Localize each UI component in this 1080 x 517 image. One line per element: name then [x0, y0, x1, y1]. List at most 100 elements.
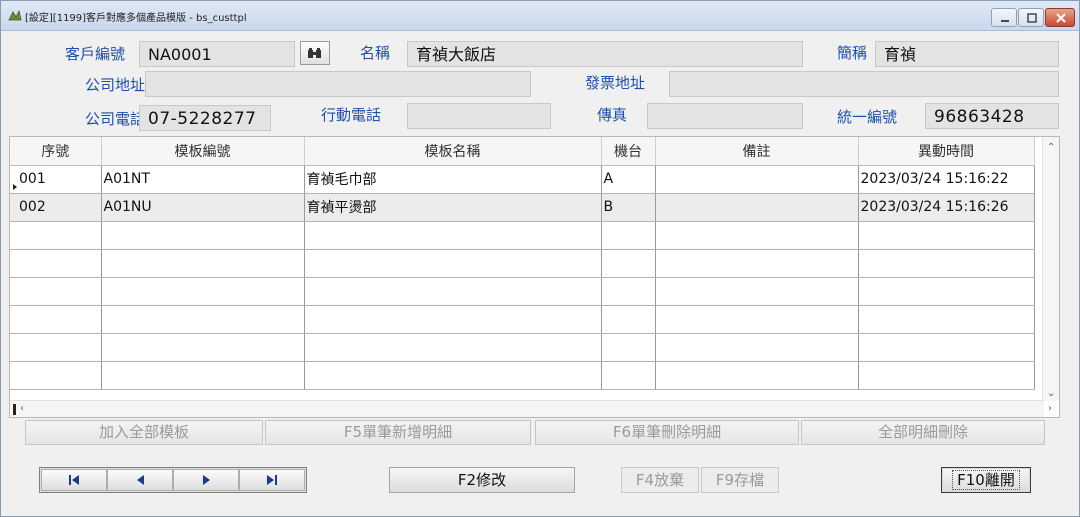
- table-cell[interactable]: [601, 333, 656, 362]
- table-cell[interactable]: [858, 221, 1035, 250]
- scroll-left-icon[interactable]: ‹: [20, 404, 24, 414]
- table-cell[interactable]: 002: [10, 193, 102, 222]
- tax-id-field[interactable]: 96863428: [925, 103, 1059, 129]
- column-header-remark[interactable]: 備註: [655, 137, 859, 166]
- table-cell[interactable]: [655, 361, 859, 390]
- table-cell[interactable]: 育禎毛巾部: [304, 165, 602, 194]
- table-cell[interactable]: A: [601, 165, 656, 194]
- first-record-button[interactable]: [41, 469, 107, 491]
- company-phone-field[interactable]: 07-5228277: [139, 105, 271, 131]
- previous-record-button[interactable]: [107, 469, 173, 491]
- table-cell[interactable]: [601, 361, 656, 390]
- company-phone-label: 公司電話: [85, 110, 146, 128]
- table-cell[interactable]: [858, 361, 1035, 390]
- table-row[interactable]: [10, 361, 1035, 390]
- table-cell[interactable]: 育禎平燙部: [304, 193, 602, 222]
- column-header-seq[interactable]: 序號: [10, 137, 102, 166]
- table-cell[interactable]: [655, 249, 859, 278]
- table-cell[interactable]: [655, 305, 859, 334]
- table-row[interactable]: 001 A01NT 育禎毛巾部 A 2023/03/24 15:16:22: [10, 165, 1035, 194]
- table-cell[interactable]: [101, 333, 305, 362]
- table-cell[interactable]: [601, 221, 656, 250]
- table-cell[interactable]: [101, 305, 305, 334]
- table-row[interactable]: [10, 305, 1035, 334]
- table-cell[interactable]: A01NU: [101, 193, 305, 222]
- table-cell[interactable]: [101, 221, 305, 250]
- table-cell[interactable]: [304, 221, 602, 250]
- table-cell[interactable]: [601, 249, 656, 278]
- table-cell[interactable]: [655, 333, 859, 362]
- search-button[interactable]: [300, 41, 330, 65]
- table-cell[interactable]: [304, 277, 602, 306]
- save-button[interactable]: F9存檔: [701, 467, 779, 493]
- table-cell[interactable]: [858, 305, 1035, 334]
- maximize-icon: [1027, 13, 1037, 23]
- delete-all-details-button[interactable]: 全部明細刪除: [801, 420, 1045, 445]
- table-cell[interactable]: 2023/03/24 15:16:26: [858, 193, 1035, 222]
- short-name-field[interactable]: 育禎: [875, 41, 1059, 67]
- previous-record-icon: [137, 475, 144, 485]
- table-cell[interactable]: [10, 305, 102, 334]
- table-cell[interactable]: [655, 277, 859, 306]
- horizontal-scrollbar[interactable]: ‹ ›: [10, 400, 1052, 417]
- next-record-button[interactable]: [173, 469, 239, 491]
- minimize-button[interactable]: [991, 8, 1017, 27]
- table-cell[interactable]: [10, 221, 102, 250]
- table-cell[interactable]: [858, 333, 1035, 362]
- table-cell[interactable]: [858, 277, 1035, 306]
- table-cell[interactable]: [655, 221, 859, 250]
- table-cell[interactable]: [304, 249, 602, 278]
- table-cell[interactable]: [10, 277, 102, 306]
- table-cell[interactable]: [601, 305, 656, 334]
- table-row[interactable]: 002 A01NU 育禎平燙部 B 2023/03/24 15:16:26: [10, 193, 1035, 222]
- table-cell[interactable]: [101, 249, 305, 278]
- table-cell[interactable]: [10, 361, 102, 390]
- table-cell[interactable]: 2023/03/24 15:16:22: [858, 165, 1035, 194]
- table-cell[interactable]: [101, 277, 305, 306]
- last-record-button[interactable]: [239, 469, 305, 491]
- vertical-scrollbar[interactable]: ⌃ ⌄: [1042, 137, 1059, 401]
- template-table: 序號 模板編號 模板名稱 機台 備註 異動時間 001 A01NT 育禎毛巾部 …: [10, 137, 1035, 390]
- fax-label: 傳真: [597, 106, 628, 124]
- scroll-down-icon[interactable]: ⌄: [1047, 389, 1055, 399]
- column-header-template-code[interactable]: 模板編號: [101, 137, 305, 166]
- company-address-field[interactable]: [145, 71, 531, 97]
- discard-button[interactable]: F4放棄: [621, 467, 699, 493]
- scroll-thumb[interactable]: [13, 404, 16, 415]
- close-button[interactable]: [1045, 8, 1075, 27]
- fax-field[interactable]: [647, 103, 803, 129]
- table-cell[interactable]: B: [601, 193, 656, 222]
- column-header-machine[interactable]: 機台: [601, 137, 656, 166]
- table-cell[interactable]: [304, 305, 602, 334]
- table-cell[interactable]: 001: [10, 165, 102, 194]
- column-header-template-name[interactable]: 模板名稱: [304, 137, 602, 166]
- table-row[interactable]: [10, 221, 1035, 250]
- modify-button[interactable]: F2修改: [389, 467, 575, 493]
- table-cell[interactable]: [858, 249, 1035, 278]
- delete-single-detail-button[interactable]: F6單筆刪除明細: [535, 420, 799, 445]
- table-cell[interactable]: [10, 333, 102, 362]
- table-cell[interactable]: [304, 333, 602, 362]
- table-cell[interactable]: [304, 361, 602, 390]
- table-cell[interactable]: [101, 361, 305, 390]
- scroll-right-icon[interactable]: ›: [1048, 404, 1052, 414]
- scroll-up-icon[interactable]: ⌃: [1047, 143, 1055, 153]
- table-cell[interactable]: [655, 165, 859, 194]
- table-cell[interactable]: A01NT: [101, 165, 305, 194]
- add-all-templates-button[interactable]: 加入全部模板: [25, 420, 263, 445]
- table-row[interactable]: [10, 277, 1035, 306]
- column-header-modified-time[interactable]: 異動時間: [858, 137, 1035, 166]
- invoice-address-field[interactable]: [669, 71, 1059, 97]
- mobile-phone-field[interactable]: [407, 103, 551, 129]
- add-single-detail-button[interactable]: F5單筆新增明細: [265, 420, 531, 445]
- table-cell[interactable]: [655, 193, 859, 222]
- table-row[interactable]: [10, 333, 1035, 362]
- table-cell[interactable]: [10, 249, 102, 278]
- template-grid[interactable]: 序號 模板編號 模板名稱 機台 備註 異動時間 001 A01NT 育禎毛巾部 …: [9, 136, 1060, 418]
- customer-no-field[interactable]: NA0001: [139, 41, 295, 67]
- table-row[interactable]: [10, 249, 1035, 278]
- maximize-button[interactable]: [1018, 8, 1044, 27]
- name-field[interactable]: 育禎大飯店: [407, 41, 803, 67]
- exit-button[interactable]: F10離開: [941, 467, 1031, 493]
- table-cell[interactable]: [601, 277, 656, 306]
